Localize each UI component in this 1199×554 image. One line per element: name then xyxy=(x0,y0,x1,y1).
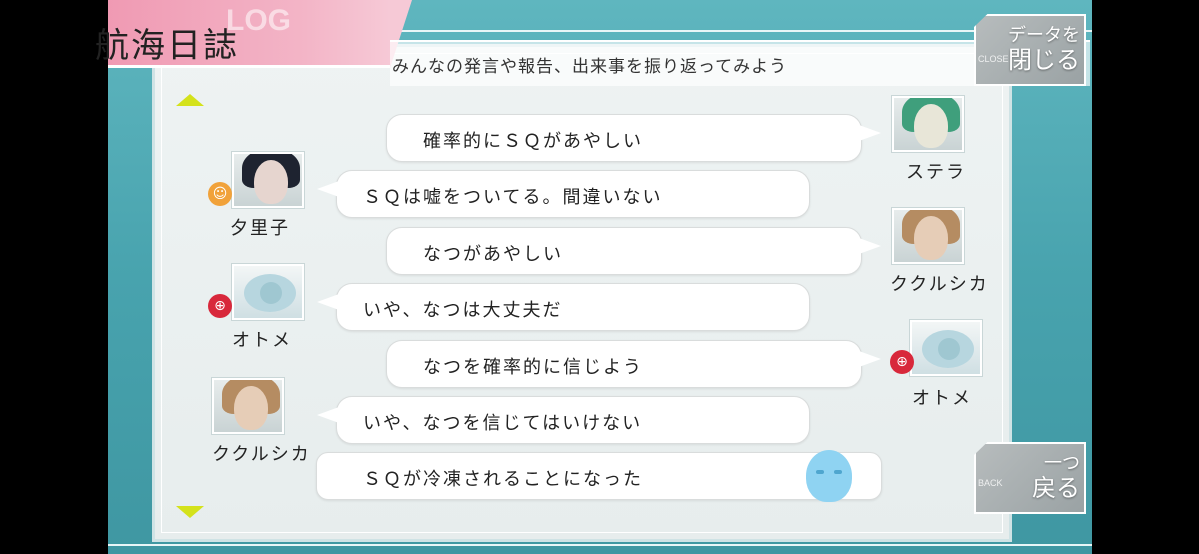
close-button-label-line1: データを xyxy=(1008,25,1080,46)
sq-robot-icon xyxy=(806,450,852,502)
page-subtitle: みんなの発言や報告、出来事を振り返ってみよう xyxy=(392,57,788,77)
back-tag: BACK xyxy=(978,478,1003,488)
back-button-label-line2: 戻る xyxy=(1032,474,1080,502)
avatar-otome xyxy=(910,320,982,376)
log-entry-bubble: ＳＱは嘘をついてる。間違いない xyxy=(317,170,810,218)
speaker-name: ククルシカ xyxy=(890,274,989,295)
avatar-kukurushika xyxy=(212,378,284,434)
speaker-name: ククルシカ xyxy=(212,444,311,465)
avatar-yuriko xyxy=(232,152,304,208)
scroll-down-arrow-icon[interactable] xyxy=(176,506,204,518)
role-mark-icon: ⊕ xyxy=(890,350,914,374)
speaker-name: 夕里子 xyxy=(230,218,290,239)
log-entry-bubble: なつを確率的に信じよう xyxy=(386,340,881,388)
role-mark-icon: ☺ xyxy=(208,182,232,206)
event-bubble: ＳＱが冷凍されることになった xyxy=(316,452,882,500)
role-mark-icon: ⊕ xyxy=(208,294,232,318)
log-entry-text: ＳＱは嘘をついてる。間違いない xyxy=(363,187,663,208)
log-entry-bubble: いや、なつは大丈夫だ xyxy=(317,283,810,331)
log-entry-text: いや、なつは大丈夫だ xyxy=(363,300,563,321)
speaker-name: オトメ xyxy=(912,388,972,409)
log-entry-bubble: いや、なつを信じてはいけない xyxy=(317,396,810,444)
back-button-label-line1: 一つ xyxy=(1044,453,1080,474)
frame-line-bottom xyxy=(108,544,1092,546)
close-button-label-line2: 閉じる xyxy=(1008,46,1080,74)
page-title: 航海日誌 xyxy=(95,26,239,66)
avatar-otome xyxy=(232,264,304,320)
scroll-up-arrow-icon[interactable] xyxy=(176,94,204,106)
back-button-label[interactable]: 一つ 戻る xyxy=(1000,452,1080,500)
speaker-name: ステラ xyxy=(906,162,966,183)
log-entry-text: いや、なつを信じてはいけない xyxy=(363,413,643,434)
close-tag: CLOSE xyxy=(978,54,1009,64)
log-entry-text: なつがあやしい xyxy=(423,244,563,265)
log-entry-bubble: なつがあやしい xyxy=(386,227,881,275)
speaker-name: オトメ xyxy=(232,330,292,351)
avatar-stella xyxy=(892,96,964,152)
close-button-label[interactable]: データを 閉じる xyxy=(1000,24,1080,72)
event-text: ＳＱが冷凍されることになった xyxy=(363,469,643,490)
log-entry-bubble: 確率的にＳＱがあやしい xyxy=(386,114,881,162)
avatar-kukurushika xyxy=(892,208,964,264)
log-entry-text: なつを確率的に信じよう xyxy=(423,357,643,378)
log-entry-text: 確率的にＳＱがあやしい xyxy=(423,131,643,152)
